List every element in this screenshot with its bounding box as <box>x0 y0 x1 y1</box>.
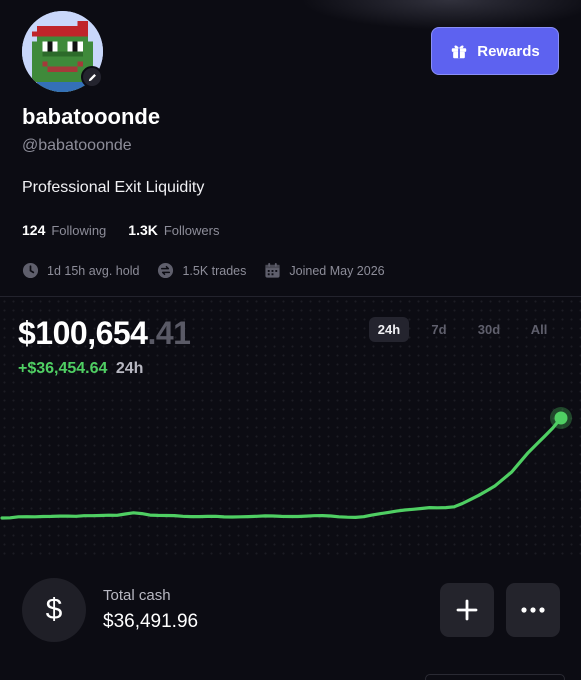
user-handle: @babatooonde <box>22 137 132 154</box>
gift-icon <box>452 45 467 59</box>
change-amount: +$36,454.64 <box>18 360 108 377</box>
total-cash-value: $36,491.96 <box>103 611 199 632</box>
portfolio-balance: $100,654.41 <box>18 315 191 352</box>
bottom-sheet-handle <box>425 674 565 680</box>
avg-hold-text: 1d 15h avg. hold <box>47 263 140 278</box>
balance-main: $100,654 <box>18 315 148 351</box>
range-tab-7d[interactable]: 7d <box>419 317 459 342</box>
range-tab-all[interactable]: All <box>519 317 559 342</box>
followers-count[interactable]: 1.3K <box>128 222 158 238</box>
range-tab-24h[interactable]: 24h <box>369 317 409 342</box>
portfolio-line <box>0 416 563 520</box>
user-bio: Professional Exit Liquidity <box>22 179 205 196</box>
trades-text: 1.5K trades <box>182 263 247 278</box>
followers-label[interactable]: Followers <box>164 223 220 238</box>
change-period: 24h <box>115 360 144 377</box>
range-tab-30d[interactable]: 30d <box>469 317 509 342</box>
following-count[interactable]: 124 <box>22 222 45 238</box>
total-cash-label: Total cash <box>103 587 171 604</box>
chart-endpoint <box>554 411 568 425</box>
calendar-icon <box>265 262 280 278</box>
username: babatooonde <box>22 104 161 129</box>
more-options-button[interactable] <box>506 583 560 637</box>
pencil-icon <box>88 73 96 81</box>
ellipsis-icon <box>521 607 545 613</box>
swap-icon <box>158 262 174 279</box>
balance-cents: .41 <box>147 315 191 351</box>
portfolio-chart[interactable] <box>0 380 581 540</box>
add-cash-button[interactable] <box>440 583 494 637</box>
clock-icon <box>22 262 39 279</box>
header-glow <box>300 0 581 30</box>
portfolio-change: +$36,454.64 24h <box>18 360 143 378</box>
avg-hold-stat: 1d 15h avg. hold <box>22 262 139 279</box>
plus-icon <box>456 599 478 621</box>
following-label[interactable]: Following <box>51 223 106 238</box>
trades-stat: 1.5K trades <box>157 262 246 279</box>
rewards-label: Rewards <box>477 42 540 60</box>
joined-stat: Joined May 2026 <box>264 262 385 279</box>
time-range-tabs: 24h 7d 30d All <box>369 317 559 342</box>
profile-stats: 1d 15h avg. hold 1.5K trades Joined May … <box>22 262 403 279</box>
rewards-button[interactable]: Rewards <box>431 27 559 75</box>
joined-text: Joined May 2026 <box>289 263 385 278</box>
dollar-icon: $ <box>22 578 86 642</box>
edit-avatar-button[interactable] <box>81 66 103 88</box>
follow-stats: 124 Following 1.3K Followers <box>22 222 241 238</box>
